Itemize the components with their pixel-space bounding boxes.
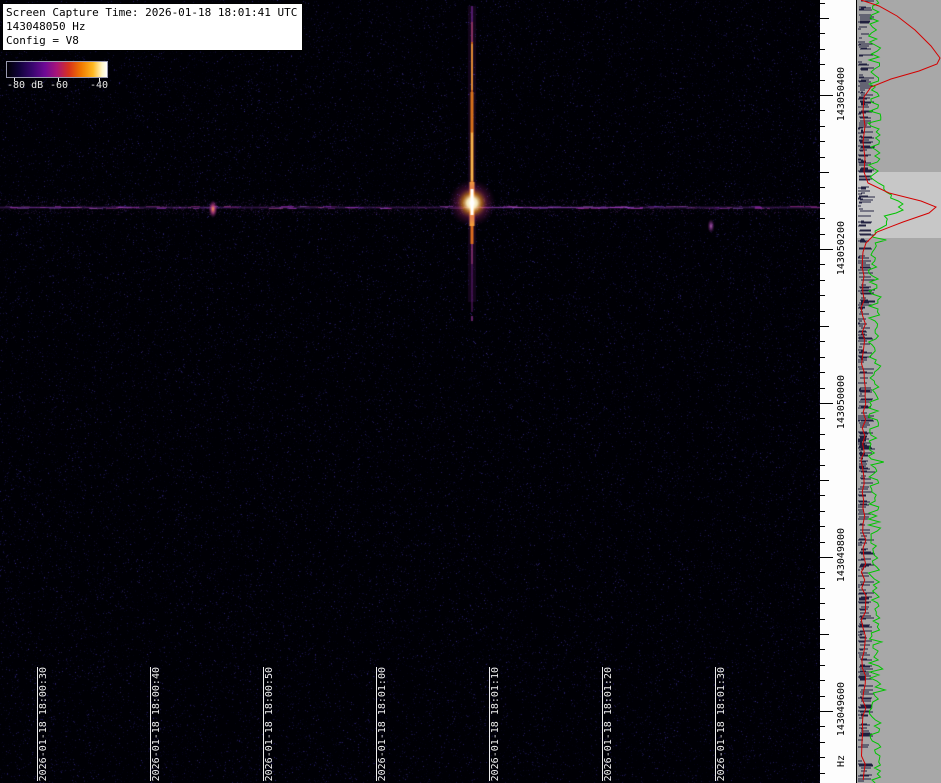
time-tick-label: 2026-01-18 18:01:00 — [377, 667, 388, 781]
freq-minor-tick — [820, 434, 825, 435]
freq-major-tick — [820, 403, 833, 404]
time-tick-label: 2026-01-18 18:01:30 — [716, 667, 727, 781]
capture-time-text: Screen Capture Time: 2026-01-18 18:01:41… — [6, 6, 297, 20]
freq-major-tick — [820, 557, 833, 558]
freq-minor-tick — [820, 680, 825, 681]
freq-tick-label: 143050200 — [836, 221, 847, 275]
freq-minor-tick — [820, 649, 825, 650]
scale-label-minus80db: -80 dB — [7, 80, 43, 91]
freq-minor-tick — [820, 542, 825, 543]
freq-tick-label: 143049600 — [836, 682, 847, 736]
freq-minor-tick — [820, 80, 825, 81]
freq-tick-label: 143050000 — [836, 375, 847, 429]
freq-minor-tick — [820, 634, 829, 635]
color-scale-gradient-bar — [6, 61, 108, 78]
freq-minor-tick — [820, 357, 825, 358]
freq-minor-tick — [820, 203, 825, 204]
freq-minor-tick — [820, 264, 825, 265]
freq-minor-tick — [820, 588, 825, 589]
time-axis: 2026-01-18 18:00:30 2026-01-18 18:00:40 20… — [0, 0, 820, 783]
signal-band-highlight — [857, 172, 941, 238]
freq-minor-tick — [820, 619, 825, 620]
freq-minor-tick — [820, 341, 825, 342]
freq-minor-tick — [820, 234, 825, 235]
freq-minor-tick — [820, 773, 825, 774]
freq-minor-tick — [820, 311, 825, 312]
freq-minor-tick — [820, 326, 829, 327]
spectrum-lab-screen-capture: 2026-01-18 18:00:30 2026-01-18 18:00:40 20… — [0, 0, 941, 783]
freq-minor-tick — [820, 480, 829, 481]
freq-minor-tick — [820, 157, 825, 158]
freq-tick-label: 143050400 — [836, 67, 847, 121]
freq-minor-tick — [820, 388, 825, 389]
freq-minor-tick — [820, 295, 825, 296]
freq-minor-tick — [820, 742, 825, 743]
freq-minor-tick — [820, 110, 825, 111]
freq-minor-tick — [820, 572, 825, 573]
freq-minor-tick — [820, 418, 825, 419]
time-tick-label: 2026-01-18 18:00:50 — [264, 667, 275, 781]
freq-minor-tick — [820, 696, 825, 697]
time-tick-label: 2026-01-18 18:00:40 — [151, 667, 162, 781]
freq-minor-tick — [820, 218, 825, 219]
freq-minor-tick — [820, 3, 825, 4]
color-scale-legend: -80 dB -60 -40 — [6, 61, 118, 95]
freq-major-tick — [820, 711, 833, 712]
freq-minor-tick — [820, 603, 825, 604]
spectrum-graph-panel — [856, 0, 941, 783]
freq-minor-tick — [820, 126, 825, 127]
freq-minor-tick — [820, 526, 825, 527]
time-tick-label: 2026-01-18 18:00:30 — [38, 667, 49, 781]
freq-minor-tick — [820, 757, 825, 758]
freq-major-tick — [820, 95, 833, 96]
freq-minor-tick — [820, 64, 825, 65]
freq-minor-tick — [820, 511, 825, 512]
freq-minor-tick — [820, 449, 825, 450]
time-tick-label: 2026-01-18 18:01:20 — [603, 667, 614, 781]
freq-minor-tick — [820, 49, 825, 50]
freq-minor-tick — [820, 18, 829, 19]
freq-major-tick — [820, 249, 833, 250]
freq-minor-tick — [820, 172, 829, 173]
freq-minor-tick — [820, 372, 825, 373]
time-tick-label: 2026-01-18 18:01:10 — [490, 667, 501, 781]
freq-tick-label: 143049800 — [836, 528, 847, 582]
freq-axis-unit-label: Hz — [836, 755, 847, 767]
center-frequency-text: 143048050 Hz — [6, 20, 297, 34]
capture-info-box: Screen Capture Time: 2026-01-18 18:01:41… — [2, 3, 303, 51]
freq-minor-tick — [820, 726, 825, 727]
freq-minor-tick — [820, 33, 825, 34]
freq-minor-tick — [820, 280, 825, 281]
frequency-axis: 143050400 143050200 143050000 143049800 1430… — [820, 0, 856, 783]
freq-minor-tick — [820, 465, 825, 466]
config-text: Config = V8 — [6, 34, 297, 48]
freq-minor-tick — [820, 187, 825, 188]
scale-label-minus40: -40 — [90, 80, 108, 91]
freq-minor-tick — [820, 141, 825, 142]
freq-minor-tick — [820, 665, 825, 666]
spectrum-graph — [857, 0, 941, 783]
freq-minor-tick — [820, 495, 825, 496]
scale-label-minus60: -60 — [50, 80, 68, 91]
